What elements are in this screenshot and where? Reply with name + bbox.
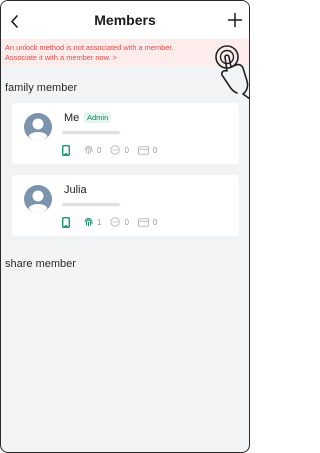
fingerprint-count: 1 bbox=[97, 217, 102, 227]
fingerprint-stat: 0 bbox=[84, 145, 101, 155]
back-button[interactable] bbox=[7, 14, 21, 28]
card-count: 0 bbox=[152, 145, 158, 155]
card-stat: 0 bbox=[137, 217, 158, 227]
header-bar: Members bbox=[1, 1, 249, 39]
page-title: Members bbox=[94, 12, 156, 28]
password-icon bbox=[110, 217, 121, 227]
unlock-method-stats: 1 0 0 bbox=[62, 216, 166, 228]
admin-badge: Admin bbox=[84, 112, 112, 123]
password-stat: 0 bbox=[110, 145, 129, 155]
unassociated-unlock-banner[interactable]: An unlock method is not associated with … bbox=[1, 39, 249, 66]
card-icon bbox=[137, 217, 149, 227]
avatar-icon bbox=[24, 185, 52, 213]
avatar-icon bbox=[24, 113, 52, 141]
fingerprint-icon bbox=[84, 146, 93, 155]
card-stat: 0 bbox=[137, 145, 158, 155]
plus-icon bbox=[227, 12, 243, 28]
password-count: 0 bbox=[124, 217, 129, 227]
member-name: Julia bbox=[64, 184, 87, 196]
member-card[interactable]: Julia 1 0 0 bbox=[12, 175, 239, 236]
fingerprint-icon bbox=[84, 218, 93, 227]
card-icon bbox=[137, 145, 149, 155]
phone-screen: Members An unlock method is not associat… bbox=[0, 0, 250, 453]
tap-hand-icon bbox=[215, 45, 249, 100]
bookmark-icon bbox=[62, 216, 70, 228]
card-count: 0 bbox=[152, 217, 158, 227]
fingerprint-count: 0 bbox=[97, 145, 102, 155]
fingerprint-stat: 1 bbox=[84, 217, 101, 227]
member-phone-redacted bbox=[62, 203, 120, 206]
share-member-heading: share member bbox=[5, 258, 76, 270]
password-stat: 0 bbox=[110, 217, 129, 227]
password-count: 0 bbox=[124, 145, 129, 155]
chevron-left-icon bbox=[10, 14, 18, 28]
member-card[interactable]: Me Admin 0 0 0 bbox=[12, 103, 239, 164]
banner-link[interactable]: Associate it with a member now. > bbox=[1, 53, 249, 63]
family-member-heading: family member bbox=[5, 82, 78, 94]
member-phone-redacted bbox=[62, 131, 120, 134]
add-member-button[interactable] bbox=[227, 12, 243, 28]
bookmark-icon bbox=[62, 144, 70, 156]
password-icon bbox=[110, 145, 121, 155]
banner-message: An unlock method is not associated with … bbox=[5, 43, 174, 52]
member-name: Me bbox=[64, 112, 80, 124]
unlock-method-stats: 0 0 0 bbox=[62, 144, 166, 156]
